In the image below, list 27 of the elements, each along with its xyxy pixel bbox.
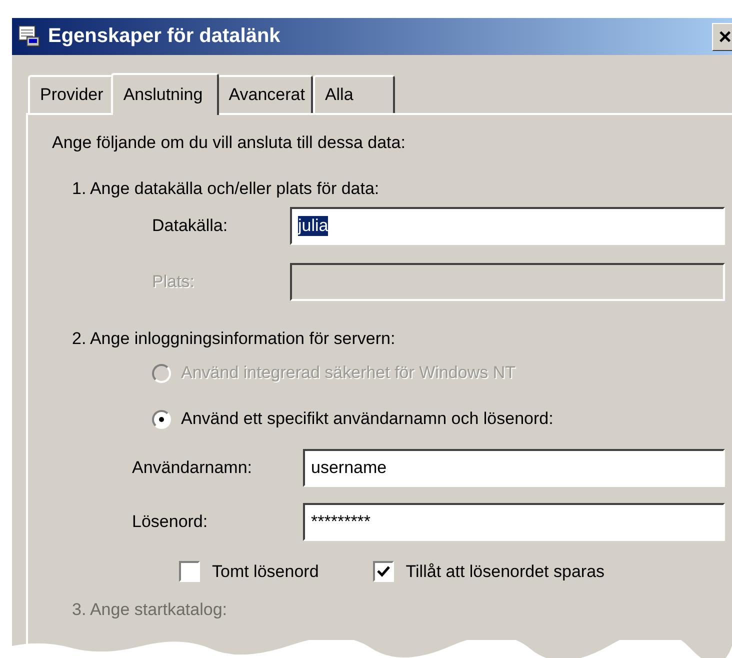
- tab[interactable]: Anslutning: [111, 73, 219, 115]
- intro-text: Ange följande om du vill ansluta till dessa data:: [52, 133, 406, 153]
- window-title: Egenskaper för datalänk: [48, 25, 282, 48]
- field-label: Datakälla:: [152, 216, 229, 236]
- tab[interactable]: Alla: [312, 75, 396, 113]
- data-link-icon: [18, 24, 42, 48]
- section-heading: 2. Ange inloggningsinformation för servern:: [72, 329, 396, 349]
- input-field[interactable]: [290, 263, 725, 301]
- field-label: Plats:: [152, 272, 196, 292]
- radio-label: Använd integrerad säkerhet för Windows NT: [181, 363, 516, 383]
- checkbox[interactable]: [179, 561, 200, 582]
- section-heading: 1. Ange datakälla och/eller plats för data:: [72, 179, 380, 199]
- field-label: Användarnamn:: [132, 458, 254, 478]
- checkbox-label: Tomt lösenord: [212, 562, 319, 582]
- section-heading: 3. Ange startkatalog:: [72, 600, 228, 620]
- radio-button[interactable]: [152, 410, 171, 428]
- tab[interactable]: Avancerat: [216, 75, 313, 113]
- radio-label: Använd ett specifikt användarnamn och lösenord:: [181, 409, 554, 429]
- input-field[interactable]: username: [303, 449, 725, 487]
- input-field[interactable]: julia: [290, 207, 725, 245]
- tab[interactable]: Provider: [28, 75, 114, 113]
- checkbox-label: Tillåt att lösenordet sparas: [406, 562, 605, 582]
- checkmark-icon: [376, 566, 390, 577]
- password-field[interactable]: *********: [303, 503, 725, 541]
- field-label: Lösenord:: [132, 512, 209, 532]
- checkbox[interactable]: [372, 561, 394, 582]
- close-button[interactable]: ×: [712, 22, 732, 50]
